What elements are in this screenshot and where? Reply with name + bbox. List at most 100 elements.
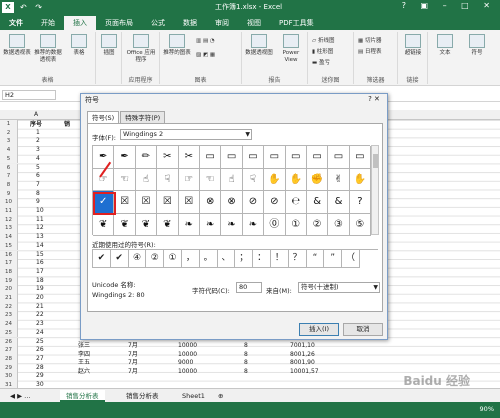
symbol-cell[interactable]: ⓪: [264, 213, 286, 236]
symbol-cell[interactable]: ⑤: [349, 213, 372, 236]
cancel-button[interactable]: 取消: [343, 323, 383, 336]
recent-symbol-cell[interactable]: “: [306, 250, 325, 268]
table-cell[interactable]: 7月: [128, 342, 138, 351]
recent-symbol-cell[interactable]: ！: [270, 250, 289, 268]
table-cell[interactable]: 8: [244, 342, 248, 351]
row-header[interactable]: 26: [0, 337, 18, 347]
row-header[interactable]: 10: [0, 198, 18, 207]
table-cell[interactable]: 10000: [178, 342, 197, 351]
table-cell[interactable]: 张三: [78, 342, 90, 351]
tab-review[interactable]: 审阅: [206, 16, 238, 30]
tab-pdf-tools[interactable]: PDF工具集: [270, 16, 323, 30]
table-cell[interactable]: 18: [36, 277, 44, 286]
table-cell[interactable]: 7月: [128, 351, 138, 360]
symbol-cell[interactable]: ✒: [93, 146, 115, 169]
recent-symbol-cell[interactable]: ①: [164, 250, 182, 268]
symbol-cell[interactable]: ☝: [221, 168, 243, 191]
row-header[interactable]: 16: [0, 250, 18, 260]
sparkline-winloss-button[interactable]: ▬ 盈亏: [312, 58, 330, 66]
row-header[interactable]: 1: [0, 120, 18, 129]
symbol-cell[interactable]: ❧: [199, 213, 222, 236]
tab-home[interactable]: 开始: [32, 16, 64, 30]
font-select[interactable]: Wingdings 2 ▼: [120, 129, 252, 140]
row-header[interactable]: 7: [0, 172, 18, 181]
table-button[interactable]: 表格: [64, 34, 94, 57]
table-cell[interactable]: 9: [36, 198, 40, 207]
hyperlink-button[interactable]: 超链接: [398, 34, 428, 57]
table-cell[interactable]: 23: [36, 320, 44, 329]
table-cell[interactable]: 4: [36, 155, 40, 164]
table-cell[interactable]: 7: [36, 181, 40, 190]
zoom-level[interactable]: 90%: [480, 405, 494, 413]
row-header[interactable]: 22: [0, 302, 18, 312]
row-header[interactable]: 29: [0, 363, 18, 373]
chart-types-icon[interactable]: ▥ ▤ ◔: [196, 38, 215, 44]
recent-symbol-cell[interactable]: ，: [181, 250, 200, 268]
tab-page-layout[interactable]: 页面布局: [96, 16, 142, 30]
symbol-cell[interactable]: ⊗: [199, 191, 222, 214]
symbol-cell[interactable]: ▭: [221, 146, 243, 169]
symbol-cell[interactable]: ▭: [242, 146, 265, 169]
row-header[interactable]: 12: [0, 215, 18, 225]
sheet-tab-sales-analysis[interactable]: 销售分析表: [60, 390, 105, 402]
table-cell[interactable]: 李四: [78, 351, 90, 360]
table-cell[interactable]: 25: [36, 338, 44, 347]
recent-symbol-cell[interactable]: ；: [235, 250, 254, 268]
symbol-cell[interactable]: ✋: [264, 168, 286, 191]
symbol-cell[interactable]: ☒: [135, 191, 158, 214]
scrollbar-thumb[interactable]: [373, 154, 378, 168]
symbol-cell[interactable]: ▭: [349, 146, 372, 169]
symbol-cell[interactable]: ☝: [135, 168, 158, 191]
char-code-input[interactable]: 80: [236, 282, 262, 293]
name-box[interactable]: H2: [2, 90, 56, 100]
table-cell[interactable]: 9000: [178, 359, 193, 368]
row-header[interactable]: 13: [0, 224, 18, 234]
symbol-button[interactable]: 符号: [462, 34, 492, 57]
symbol-cell[interactable]: ▭: [264, 146, 286, 169]
table-cell[interactable]: 6: [36, 172, 40, 181]
row-header[interactable]: 2: [0, 128, 18, 138]
row-header[interactable]: 25: [0, 328, 18, 338]
table-cell[interactable]: 11: [36, 216, 44, 225]
symbol-cell[interactable]: ❦: [114, 213, 136, 236]
sparkline-line-button[interactable]: ▱ 折线图: [312, 36, 335, 44]
symbol-cell[interactable]: ☜: [114, 168, 136, 191]
insert-button[interactable]: 插入(I): [299, 323, 339, 336]
table-cell[interactable]: 10000: [178, 351, 197, 360]
sheet-tab-sales-analysis-2[interactable]: 销售分析表: [120, 390, 165, 402]
row-header[interactable]: 4: [0, 146, 18, 155]
slicer-button[interactable]: ▦ 切片器: [358, 36, 381, 44]
row-header[interactable]: 14: [0, 233, 18, 242]
table-cell[interactable]: 王五: [78, 359, 90, 368]
recent-symbol-cell[interactable]: ：: [253, 250, 271, 268]
table-cell[interactable]: 5: [36, 164, 40, 173]
row-header[interactable]: 5: [0, 154, 18, 164]
table-cell[interactable]: 赵六: [78, 368, 90, 377]
symbol-cell[interactable]: ✊: [306, 168, 329, 191]
window-controls[interactable]: ? ▣ – □ ✕: [402, 1, 496, 10]
sheet-nav-arrows[interactable]: ◀ ▶ …: [4, 390, 37, 402]
table-cell[interactable]: 13: [36, 233, 44, 242]
row-header[interactable]: 17: [0, 259, 18, 268]
table-cell[interactable]: 20: [36, 294, 44, 303]
row-header[interactable]: 6: [0, 163, 18, 173]
table-cell[interactable]: 22: [36, 311, 44, 320]
row-header[interactable]: 9: [0, 189, 18, 199]
symbol-cell[interactable]: ⊘: [242, 191, 265, 214]
symbol-cell[interactable]: &: [328, 191, 350, 214]
symbol-cell[interactable]: ❧: [221, 213, 243, 236]
recent-symbol-cell[interactable]: ✔: [110, 250, 129, 268]
recent-symbol-cell[interactable]: ？: [288, 250, 307, 268]
recent-symbol-cell[interactable]: ②: [146, 250, 165, 268]
symbol-cell[interactable]: ☜: [199, 168, 222, 191]
tab-data[interactable]: 数据: [174, 16, 206, 30]
from-select[interactable]: 符号(十进制) ▼: [298, 282, 380, 293]
recent-symbol-cell[interactable]: ”: [324, 250, 343, 268]
symbol-cell[interactable]: ⊘: [264, 191, 286, 214]
symbol-cell[interactable]: ✋: [349, 168, 372, 191]
symbol-cell[interactable]: ✂: [178, 146, 200, 169]
symbol-cell[interactable]: ▭: [328, 146, 350, 169]
table-cell[interactable]: 10: [36, 207, 44, 216]
column-header-a[interactable]: A: [34, 110, 38, 120]
table-cell[interactable]: 7月: [128, 368, 138, 377]
